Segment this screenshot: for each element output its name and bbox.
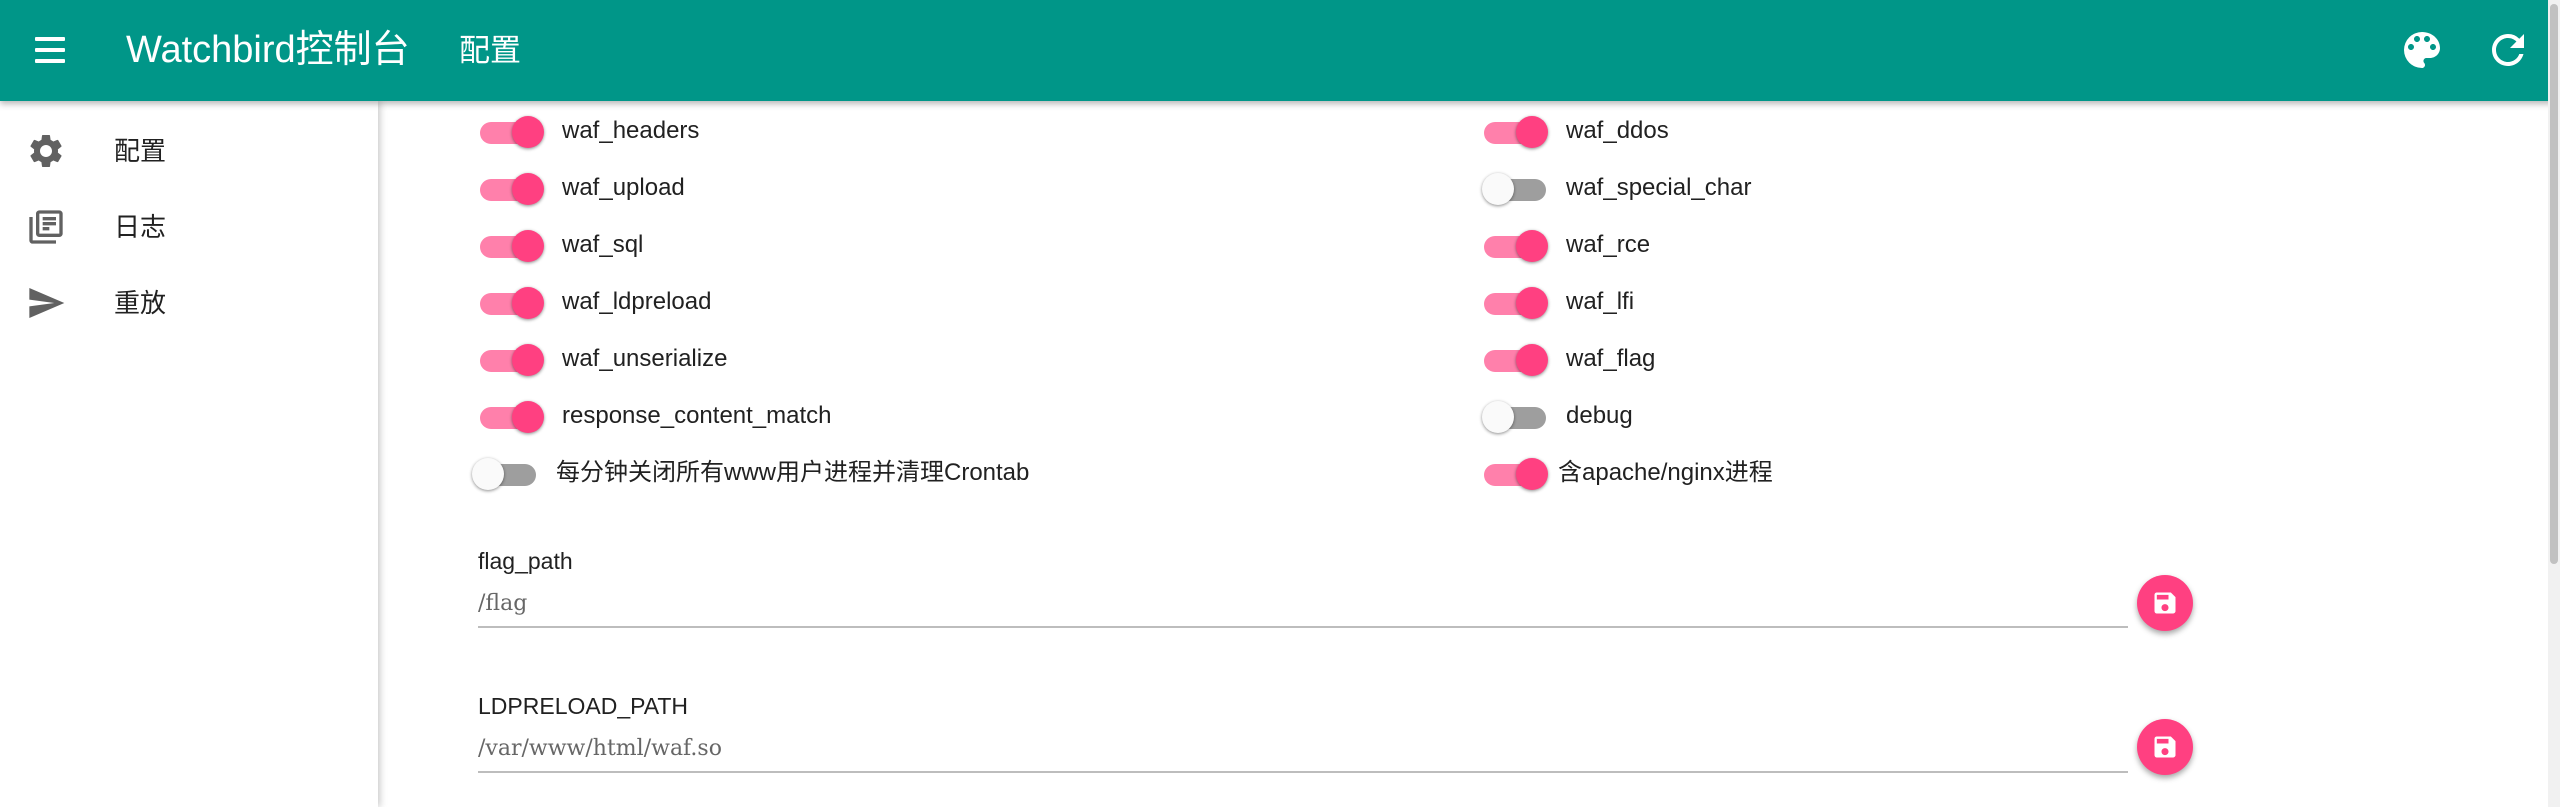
toggle-label: waf_unserialize (562, 345, 728, 372)
waf-ldpreload-switch[interactable] (478, 281, 548, 323)
toggle-label: debug (1566, 402, 1633, 429)
waf-flag-switch[interactable] (1482, 338, 1552, 380)
sidebar-item-logs[interactable]: 日志 (0, 191, 378, 263)
sidebar-item-label: 配置 (114, 136, 167, 166)
waf-ddos-switch[interactable] (1482, 110, 1552, 152)
toggle-label: 每分钟关闭所有www用户进程并清理Crontab (556, 459, 1030, 486)
waf-rce-switch[interactable] (1482, 224, 1552, 266)
debug-switch[interactable] (1482, 395, 1552, 437)
app-bar: Watchbird控制台 配置 (0, 0, 2560, 101)
sidebar-item-label: 日志 (114, 212, 167, 242)
toggle-label: waf_ddos (1566, 117, 1669, 144)
save-icon (2154, 592, 2176, 614)
field-label: LDPRELOAD_PATH (478, 693, 689, 719)
toggle-label: waf_flag (1566, 345, 1656, 372)
toggle-label: waf_headers (562, 117, 700, 144)
toggle-label: response_content_match (562, 402, 832, 429)
gear-icon (26, 131, 66, 171)
response-content-match-switch[interactable] (478, 395, 548, 437)
waf-sql-switch[interactable] (478, 224, 548, 266)
save-ldpreload-path-button[interactable] (2137, 719, 2193, 775)
field-label: flag_path (478, 548, 573, 574)
palette-icon[interactable] (2398, 26, 2446, 74)
flag-path-input[interactable] (478, 583, 2128, 628)
waf-headers-switch[interactable] (478, 110, 548, 152)
page-title: 配置 (459, 33, 521, 68)
waf-unserialize-switch[interactable] (478, 338, 548, 380)
save-icon (2154, 736, 2176, 758)
page-scrollbar[interactable] (2548, 0, 2560, 807)
toggle-label: waf_lfi (1566, 288, 1635, 315)
toggle-label: waf_sql (562, 231, 644, 258)
toggle-label: waf_rce (1566, 231, 1651, 258)
sidebar-item-label: 重放 (114, 288, 167, 318)
send-icon (26, 283, 66, 323)
toggle-label: 含apache/nginx进程 (1558, 459, 1773, 486)
sidebar-item-config[interactable]: 配置 (0, 115, 378, 187)
waf-upload-switch[interactable] (478, 167, 548, 209)
ldpreload-path-input[interactable] (478, 728, 2128, 773)
menu-icon[interactable] (28, 30, 72, 70)
config-panel: waf_headers waf_upload waf_sql waf_ldpre… (378, 101, 2548, 807)
refresh-icon[interactable] (2484, 26, 2532, 74)
waf-lfi-switch[interactable] (1482, 281, 1552, 323)
kill-www-processes-switch[interactable] (472, 452, 542, 494)
sidebar-item-replay[interactable]: 重放 (0, 267, 378, 339)
toggle-label: waf_special_char (1566, 174, 1752, 201)
app-title: Watchbird控制台 (126, 29, 410, 71)
waf-special-char-switch[interactable] (1482, 167, 1552, 209)
save-flag-path-button[interactable] (2137, 575, 2193, 631)
sidebar: 配置 日志 重放 (0, 101, 378, 807)
library-books-icon (26, 207, 66, 247)
include-apache-nginx-switch[interactable] (1482, 452, 1552, 494)
ldpreload-path-field: LDPRELOAD_PATH (478, 690, 2128, 773)
toggle-label: waf_upload (562, 174, 685, 201)
flag-path-field: flag_path (478, 545, 2128, 628)
toggle-label: waf_ldpreload (562, 288, 712, 315)
